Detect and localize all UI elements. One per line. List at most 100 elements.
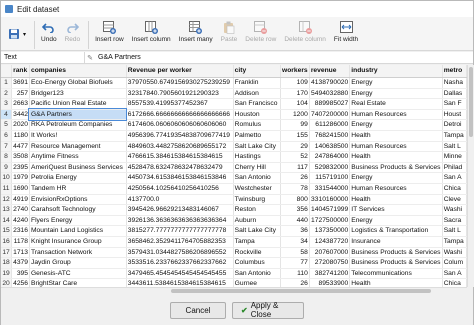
table-cell[interactable]: San A [442, 172, 467, 184]
table-cell[interactable]: It Works! [29, 130, 127, 142]
table-cell[interactable]: 32317840.7905601921290323 [126, 88, 234, 100]
table-cell[interactable]: Telecommunications [349, 268, 443, 280]
table-cell[interactable]: Rockville [233, 247, 282, 259]
apply-close-button[interactable]: ✔ Apply & Close [232, 301, 304, 319]
table-cell[interactable]: Business Products & Services [349, 257, 443, 269]
table-cell[interactable]: Energy [349, 77, 443, 89]
table-cell[interactable]: 2020 [11, 119, 30, 131]
table-cell[interactable]: Reston [233, 204, 282, 216]
table-cell[interactable]: 1180 [11, 130, 30, 142]
cancel-button[interactable]: Cancel [170, 301, 226, 319]
table-cell[interactable]: Dallas [442, 88, 467, 100]
table-cell[interactable]: 78 [280, 183, 310, 195]
table-cell[interactable]: 115719100 [309, 172, 351, 184]
table-cell[interactable]: 889985027 [309, 98, 351, 110]
table-cell[interactable]: Pacific Union Real Estate [29, 98, 127, 110]
column-header-city[interactable]: city [233, 65, 282, 78]
table-cell[interactable]: 3443611.5384615384615384615 [126, 278, 234, 287]
table-cell[interactable]: Tampa [233, 236, 282, 248]
table-cell[interactable]: BrightStar Care [29, 278, 127, 287]
undo-button[interactable]: Undo [38, 19, 60, 50]
table-cell[interactable]: 58 [280, 247, 310, 259]
table-cell[interactable]: Eco-Energy Global Biofuels [29, 77, 127, 89]
table-cell[interactable]: 3945426.96629213483146067 [126, 204, 234, 216]
table-cell[interactable]: 207607000 [309, 247, 351, 259]
table-cell[interactable]: 7407200000 [309, 109, 351, 121]
table-cell[interactable]: Anytime Fitness [29, 151, 127, 163]
save-button[interactable]: ▾ [4, 25, 29, 43]
row-number[interactable]: 12 [1, 194, 13, 206]
table-cell[interactable]: AmeriQuest Business Services [29, 162, 127, 174]
table-cell[interactable]: Romulus [233, 119, 282, 131]
table-cell[interactable]: Washi [442, 204, 467, 216]
table-cell[interactable]: Washi [442, 247, 467, 259]
table-cell[interactable]: 6172666.66666666666666666666 [126, 109, 234, 121]
table-cell[interactable]: Energy [349, 215, 443, 227]
row-number[interactable]: 14 [1, 215, 13, 227]
row-number[interactable]: 16 [1, 236, 13, 248]
table-cell[interactable]: 2395 [11, 162, 30, 174]
table-cell[interactable]: 1979 [11, 172, 30, 184]
table-row[interactable]: 6 1180 It Works! 4956396.774193548387096774… [1, 130, 467, 142]
table-cell[interactable]: 1690 [11, 183, 30, 195]
table-cell[interactable]: 1178 [11, 236, 30, 248]
table-row[interactable]: 11 1690 Tandem HR 4250564.10256410256410256… [1, 183, 467, 195]
table-cell[interactable]: 89533900 [309, 278, 351, 287]
table-cell[interactable]: San A [442, 268, 467, 280]
row-number[interactable]: 3 [1, 98, 13, 110]
save-dropdown-icon[interactable]: ▾ [23, 31, 26, 38]
table-cell[interactable]: Minne [442, 151, 467, 163]
vertical-scrollbar[interactable] [467, 65, 474, 287]
column-header-revenue[interactable]: revenue [309, 65, 351, 78]
table-row[interactable]: 18 4379 Jaydin Group 3533516.23376623376623… [1, 257, 467, 269]
row-number[interactable]: 18 [1, 257, 13, 269]
table-cell[interactable]: Genesis-ATC [29, 268, 127, 280]
table-cell[interactable]: 1404571999 [309, 204, 351, 216]
table-cell[interactable]: 395 [11, 268, 30, 280]
table-cell[interactable]: Carahsoft Technology [29, 204, 127, 216]
table-cell[interactable]: 26 [280, 172, 310, 184]
column-header-rank[interactable]: rank [11, 65, 30, 78]
table-cell[interactable]: 155 [280, 130, 310, 142]
table-cell[interactable]: 3310160000 [309, 194, 351, 206]
table-cell[interactable]: Health [349, 130, 443, 142]
table-cell[interactable]: Energy [349, 88, 443, 100]
table-cell[interactable]: Chica [442, 278, 467, 287]
table-cell[interactable]: 440 [280, 215, 310, 227]
table-cell[interactable]: Insurance [349, 236, 443, 248]
table-row[interactable]: 17 1713 Transaction Network 3579431.0344827… [1, 247, 467, 259]
column-header-companies[interactable]: companies [29, 65, 127, 78]
table-cell[interactable]: Business Products & Services [349, 162, 443, 174]
table-cell[interactable]: Energy [349, 172, 443, 184]
table-cell[interactable]: 3442 [11, 109, 30, 121]
table-cell[interactable]: 3691 [11, 77, 30, 89]
table-cell[interactable]: Bridger123 [29, 88, 127, 100]
table-cell[interactable]: Westchester [233, 183, 282, 195]
table-cell[interactable]: 110 [280, 268, 310, 280]
delete-row-button[interactable]: Delete row [242, 19, 279, 50]
table-cell[interactable]: 140638500 [309, 141, 351, 153]
insert-many-button[interactable]: Insert many [176, 19, 216, 50]
table-cell[interactable]: 109 [280, 77, 310, 89]
table-cell[interactable]: Sacra [442, 215, 467, 227]
table-cell[interactable]: 257 [11, 88, 30, 100]
table-cell[interactable]: Cherry Hill [233, 162, 282, 174]
table-cell[interactable]: 382741200 [309, 268, 351, 280]
table-cell[interactable]: Cleve [442, 194, 467, 206]
table-cell[interactable]: Health [349, 278, 443, 287]
table-cell[interactable]: Palmetto [233, 130, 282, 142]
table-cell[interactable]: Nasha [442, 77, 467, 89]
table-cell[interactable]: 768241500 [309, 130, 351, 142]
redo-button[interactable]: Redo [62, 19, 84, 50]
table-cell[interactable]: 3579431.0344827586206896552 [126, 247, 234, 259]
table-cell[interactable]: San F [442, 98, 467, 110]
paste-button[interactable]: Paste [218, 19, 241, 50]
table-cell[interactable]: 6174606.0606060606060606060 [126, 119, 234, 131]
insert-column-button[interactable]: Insert column [129, 19, 174, 50]
table-cell[interactable]: 4956396.77419354838709677419 [126, 130, 234, 142]
delete-column-button[interactable]: Delete column [281, 19, 329, 50]
table-cell[interactable]: 37970550.6749156930275239259 [126, 77, 234, 89]
table-cell[interactable]: Human Resources [349, 183, 443, 195]
row-number[interactable]: 10 [1, 172, 13, 184]
table-cell[interactable]: 4256 [11, 278, 30, 287]
